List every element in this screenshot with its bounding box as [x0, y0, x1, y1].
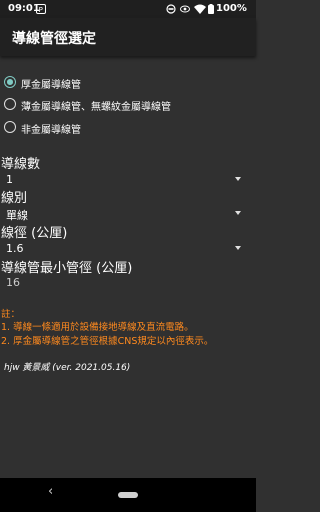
status-bar: 09:01 P 100%	[0, 0, 256, 18]
radio-thick-metal[interactable]: 厚金屬導線管	[4, 74, 254, 92]
wire-type-spinner[interactable]: 單線	[0, 204, 248, 222]
battery-percentage: 100%	[216, 3, 247, 14]
radio-label: 厚金屬導線管	[21, 80, 81, 91]
radio-label: 薄金屬導線管、無螺紋金屬導線管	[21, 102, 171, 113]
app-bar: 導線管徑選定	[0, 18, 256, 56]
radio-button[interactable]	[4, 121, 16, 133]
home-pill-icon[interactable]	[118, 492, 138, 498]
notes-title: 註：	[1, 309, 21, 320]
radio-button[interactable]	[4, 98, 16, 110]
sync-icon	[166, 4, 176, 14]
wire-count-value: 1	[6, 173, 13, 186]
min-conduit-size-label: 導線管最小管徑 (公厘)	[1, 261, 133, 276]
page-title: 導線管徑選定	[12, 31, 96, 47]
wifi-icon	[194, 4, 206, 14]
system-nav-bar: ‹	[0, 478, 256, 512]
notification-p-icon: P	[36, 4, 46, 14]
wire-diameter-spinner[interactable]: 1.6	[0, 239, 248, 257]
note-line-1: 1. 導線一條適用於設備接地導線及直流電路。	[1, 322, 194, 333]
radio-thin-metal[interactable]: 薄金屬導線管、無螺紋金屬導線管	[4, 96, 254, 114]
battery-icon	[208, 4, 214, 14]
svg-text:P: P	[39, 6, 43, 14]
wire-count-spinner[interactable]: 1	[0, 170, 248, 188]
radio-label: 非金屬導線管	[21, 125, 81, 136]
note-line-2: 2. 厚金屬導線管之管徑根據CNS規定以內徑表示。	[1, 336, 214, 347]
author-version-credit: hjw 黃景威 (ver. 2021.05.16)	[4, 363, 131, 373]
wire-type-value: 單線	[6, 209, 28, 222]
dropdown-arrow-icon	[235, 177, 241, 181]
dropdown-arrow-icon	[235, 211, 241, 215]
eye-icon	[180, 5, 190, 13]
dropdown-arrow-icon	[235, 246, 241, 250]
wire-diameter-value: 1.6	[6, 242, 24, 255]
back-chevron-icon[interactable]: ‹	[48, 484, 53, 499]
radio-non-metal[interactable]: 非金屬導線管	[4, 119, 254, 137]
min-conduit-size-value: 16	[6, 276, 20, 289]
radio-button-selected[interactable]	[4, 76, 16, 88]
